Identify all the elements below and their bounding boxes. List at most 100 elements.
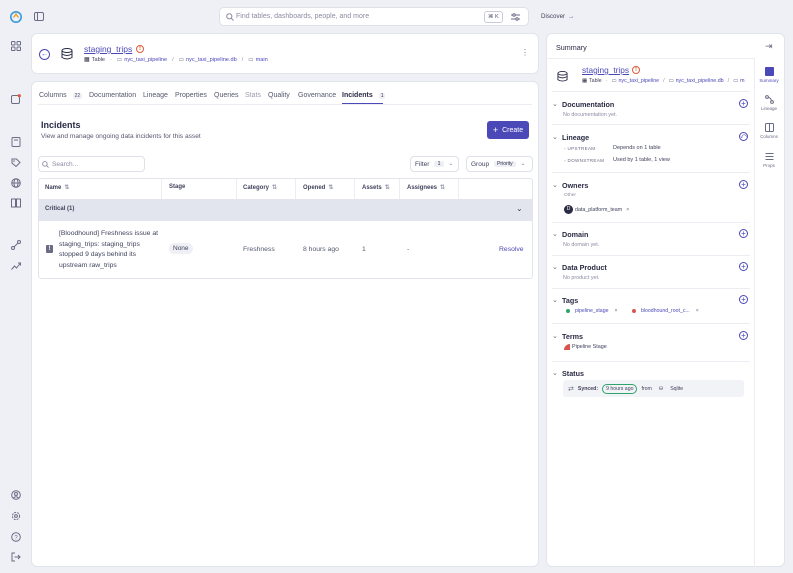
- tab-quality[interactable]: Quality: [268, 92, 290, 99]
- breadcrumb-pipeline[interactable]: ▭ nyc_taxi_pipeline: [117, 57, 167, 63]
- breadcrumb-database[interactable]: ▭ nyc_taxi_pipeline.db: [179, 57, 237, 63]
- remove-icon[interactable]: ×: [614, 308, 617, 314]
- term-chip[interactable]: Pipeline Stage: [564, 344, 607, 350]
- incident-search[interactable]: Search...: [38, 156, 145, 172]
- owners-section-title[interactable]: Owners: [562, 181, 588, 190]
- column-header-category[interactable]: Category ⇅: [243, 184, 277, 192]
- catalog-book-icon[interactable]: [11, 137, 21, 147]
- tab-lineage[interactable]: Lineage: [143, 92, 168, 99]
- plus-icon: +: [741, 179, 746, 189]
- incident-assignees[interactable]: -: [407, 246, 409, 253]
- chevron-down-icon[interactable]: ⌄: [516, 204, 523, 213]
- tag-chip-pipeline-stage[interactable]: pipeline_stage ×: [566, 308, 618, 314]
- entity-title[interactable]: staging_trips: [84, 44, 132, 54]
- sidebar-toggle-icon[interactable]: [34, 12, 44, 21]
- settings-gear-icon[interactable]: [11, 511, 21, 521]
- search-icon: [226, 13, 234, 21]
- tab-properties[interactable]: Properties: [175, 92, 207, 99]
- rtab-props[interactable]: Props: [757, 152, 781, 168]
- incident-name[interactable]: [Bloodhound] Freshness issue at staging_…: [59, 229, 163, 271]
- table-row[interactable]: ! [Bloodhound] Freshness issue at stagin…: [39, 221, 532, 278]
- resolve-button[interactable]: Resolve: [499, 246, 524, 253]
- add-term-button[interactable]: +: [739, 331, 748, 340]
- summary-breadcrumb-pipeline[interactable]: ▭ nyc_taxi_pipeline: [611, 78, 659, 84]
- column-header-assignees[interactable]: Assignees ⇅: [407, 184, 445, 192]
- back-button[interactable]: ←: [39, 49, 50, 60]
- chevron-down-icon[interactable]: ⌄: [552, 181, 558, 189]
- tab-governance[interactable]: Governance: [298, 92, 336, 99]
- filter-button[interactable]: Filter 1 ⌄: [410, 156, 459, 172]
- group-button[interactable]: Group Priority ⌄: [466, 156, 533, 172]
- folder-icon: ▭: [733, 78, 739, 84]
- tag-chip-bloodhound[interactable]: bloodhound_root_c... ×: [632, 308, 699, 314]
- terms-section-title[interactable]: Terms: [562, 332, 583, 341]
- chevron-down-icon[interactable]: ⌄: [552, 100, 558, 108]
- column-header-stage[interactable]: Stage: [169, 184, 185, 190]
- chevron-down-icon[interactable]: ⌄: [552, 332, 558, 340]
- chevron-down-icon[interactable]: ⌄: [552, 230, 558, 238]
- open-lineage-button[interactable]: ⤺: [739, 132, 748, 141]
- incidents-icon[interactable]: [11, 94, 21, 104]
- analytics-icon[interactable]: [11, 261, 21, 271]
- rtab-lineage[interactable]: Lineage: [757, 95, 781, 111]
- more-options-icon[interactable]: ⋮: [521, 48, 529, 57]
- column-header-name[interactable]: Name ⇅: [45, 184, 69, 192]
- incident-warning-icon[interactable]: !: [632, 66, 640, 74]
- summary-breadcrumb-database[interactable]: ▭ nyc_taxi_pipeline.db: [669, 78, 724, 84]
- group-header-critical[interactable]: Critical (1) ⌄: [39, 199, 532, 221]
- close-panel-icon[interactable]: ⇥: [765, 41, 773, 52]
- add-tag-button[interactable]: +: [739, 295, 748, 304]
- column-header-opened[interactable]: Opened ⇅: [303, 184, 333, 192]
- incident-assets[interactable]: 1: [362, 246, 366, 253]
- pipeline-icon[interactable]: [11, 240, 21, 250]
- remove-icon[interactable]: ×: [696, 308, 699, 314]
- logout-icon[interactable]: [11, 552, 21, 562]
- add-domain-button[interactable]: +: [739, 229, 748, 238]
- app-logo[interactable]: [10, 11, 22, 23]
- tab-queries[interactable]: Queries: [214, 92, 239, 99]
- column-header-assets[interactable]: Assets ⇅: [362, 184, 390, 192]
- glossary-icon[interactable]: [11, 198, 21, 208]
- breadcrumb-schema[interactable]: ▭ main: [248, 57, 267, 63]
- tab-columns[interactable]: Columns 22: [39, 92, 83, 99]
- user-icon[interactable]: [11, 490, 21, 500]
- add-owner-button[interactable]: +: [739, 180, 748, 189]
- globe-icon[interactable]: [11, 178, 21, 188]
- help-icon[interactable]: ?: [11, 532, 21, 542]
- create-incident-button[interactable]: + Create: [487, 121, 529, 139]
- summary-entity-title[interactable]: staging_trips: [582, 65, 629, 75]
- tab-stats[interactable]: Stats: [245, 92, 261, 99]
- domain-section-title[interactable]: Domain: [562, 230, 588, 239]
- global-search[interactable]: Find tables, dashboards, people, and mor…: [219, 7, 529, 26]
- plus-icon: +: [492, 124, 499, 135]
- rtab-summary[interactable]: Summary: [757, 67, 781, 83]
- data-product-section-title[interactable]: Data Product: [562, 263, 607, 272]
- discover-link[interactable]: Discover →: [541, 13, 574, 20]
- tag-icon[interactable]: [11, 158, 21, 168]
- incident-warning-icon[interactable]: !: [136, 45, 144, 53]
- tab-incidents[interactable]: Incidents 1: [342, 92, 386, 99]
- upstream-text[interactable]: Depends on 1 table: [613, 145, 661, 151]
- stage-badge[interactable]: None: [169, 243, 193, 254]
- downstream-text[interactable]: Used by 1 table, 1 view: [613, 157, 670, 163]
- rtab-columns[interactable]: Columns: [757, 123, 781, 139]
- lineage-section-title[interactable]: Lineage: [562, 133, 589, 142]
- remove-icon[interactable]: ×: [626, 207, 629, 213]
- chevron-down-icon[interactable]: ⌄: [552, 263, 558, 271]
- documentation-section-title[interactable]: Documentation: [562, 100, 614, 109]
- tags-section-title[interactable]: Tags: [562, 296, 578, 305]
- incident-search-placeholder[interactable]: Search...: [52, 161, 78, 168]
- filter-sliders-icon[interactable]: [511, 13, 520, 21]
- tab-documentation[interactable]: Documentation: [89, 92, 136, 99]
- chevron-down-icon[interactable]: ⌄: [552, 369, 558, 377]
- search-placeholder[interactable]: Find tables, dashboards, people, and mor…: [236, 13, 369, 20]
- owner-chip[interactable]: D data_platform_team ×: [564, 205, 629, 214]
- summary-breadcrumb: ▦ Table · ▭ nyc_taxi_pipeline / ▭ nyc_taxi_…: [582, 78, 745, 84]
- add-documentation-button[interactable]: +: [739, 99, 748, 108]
- add-data-product-button[interactable]: +: [739, 262, 748, 271]
- chevron-down-icon[interactable]: ⌄: [552, 133, 558, 141]
- home-grid-icon[interactable]: [11, 41, 21, 51]
- summary-breadcrumb-schema[interactable]: ▭ m: [733, 78, 744, 84]
- chevron-down-icon[interactable]: ⌄: [552, 296, 558, 304]
- status-section-title[interactable]: Status: [562, 369, 584, 378]
